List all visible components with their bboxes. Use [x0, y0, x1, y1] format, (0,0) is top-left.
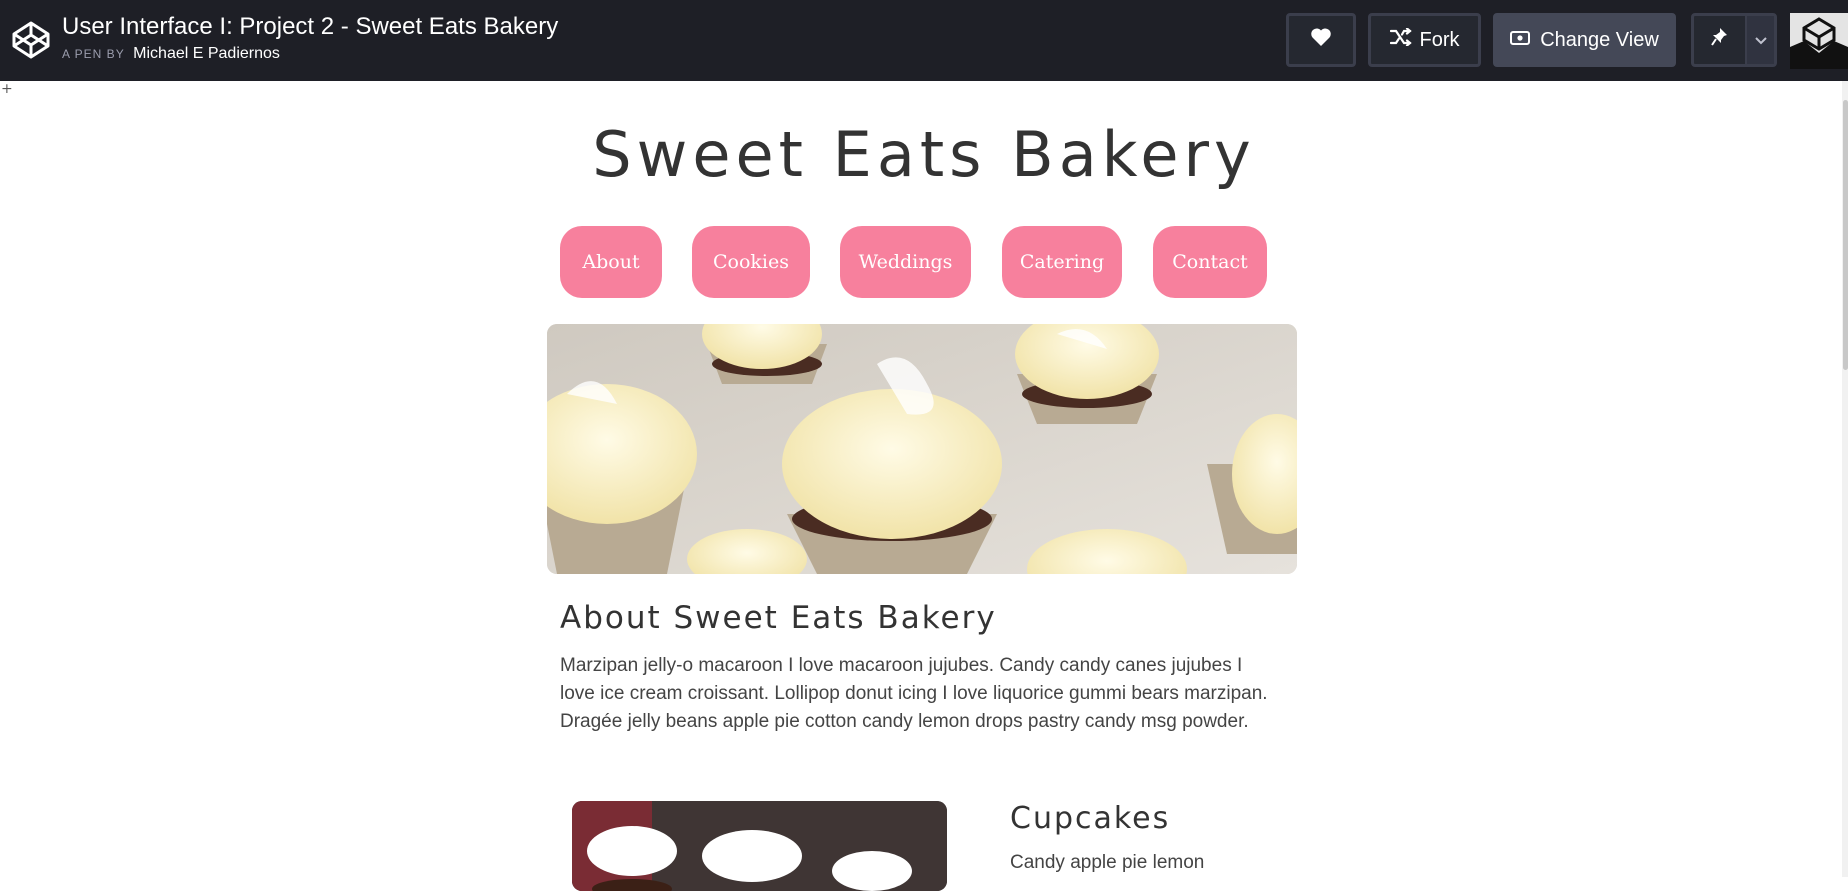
site-title: Sweet Eats Bakery: [592, 118, 1256, 191]
codepen-logo-icon[interactable]: [11, 20, 51, 60]
codepen-header: User Interface I: Project 2 - Sweet Eats…: [0, 0, 1848, 81]
nav-about[interactable]: About: [560, 226, 662, 298]
user-avatar[interactable]: [1790, 13, 1848, 69]
cupcakes-image: [572, 801, 947, 891]
fork-button[interactable]: Fork: [1368, 13, 1481, 67]
chevron-down-icon: [1754, 29, 1768, 52]
hero-cupcakes-image: [547, 324, 1297, 574]
nav-weddings[interactable]: Weddings: [840, 226, 971, 298]
pin-button-group: [1691, 13, 1777, 67]
cupcakes-paragraph: Candy apple pie lemon: [1010, 852, 1205, 873]
change-view-button[interactable]: Change View: [1493, 13, 1676, 67]
pen-by-label: A PEN BY: [62, 47, 125, 61]
fork-label: Fork: [1419, 28, 1460, 51]
eye-icon: [1510, 29, 1540, 52]
pin-icon: [1710, 27, 1729, 53]
heart-icon: [1310, 27, 1332, 53]
love-button[interactable]: [1286, 13, 1356, 67]
crosshair-icon: +: [1, 81, 13, 97]
nav-cookies[interactable]: Cookies: [692, 226, 810, 298]
change-view-label: Change View: [1540, 28, 1659, 51]
pen-author-link[interactable]: Michael E Padiernos: [133, 45, 280, 62]
nav-catering[interactable]: Catering: [1002, 226, 1122, 298]
pen-author-line: A PEN BY Michael E Padiernos: [62, 45, 280, 63]
scrollbar-thumb[interactable]: [1843, 100, 1848, 370]
cupcakes-heading: Cupcakes: [1010, 801, 1171, 836]
fork-icon: [1389, 27, 1420, 52]
about-heading: About Sweet Eats Bakery: [560, 600, 997, 636]
pen-title: User Interface I: Project 2 - Sweet Eats…: [62, 13, 559, 40]
about-paragraph: Marzipan jelly-o macaroon I love macaroo…: [560, 655, 1268, 732]
pin-dropdown-button[interactable]: [1747, 16, 1774, 64]
pin-button[interactable]: [1694, 16, 1748, 64]
nav-contact[interactable]: Contact: [1153, 226, 1267, 298]
